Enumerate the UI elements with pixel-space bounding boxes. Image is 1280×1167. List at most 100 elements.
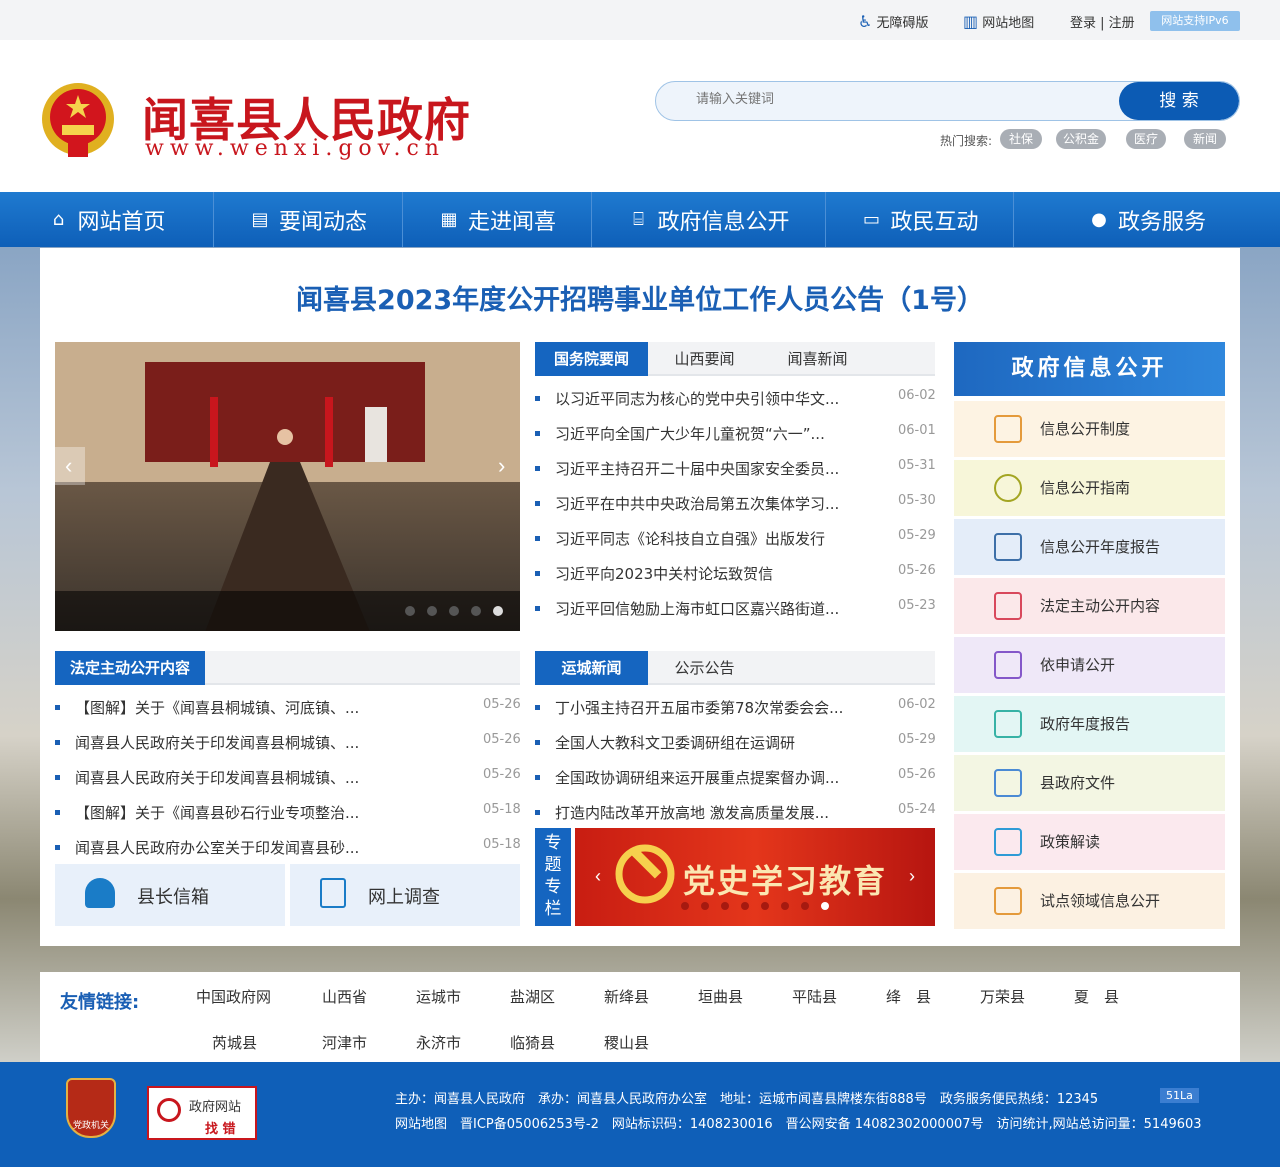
- friendly-link[interactable]: 盐湖区: [510, 986, 555, 1007]
- national-emblem-icon: [42, 83, 114, 157]
- hot-tag[interactable]: 医疗: [1126, 129, 1166, 149]
- special-topics-label: 专题专栏: [535, 828, 571, 926]
- hot-tag[interactable]: 社保: [1000, 129, 1042, 149]
- friendly-link[interactable]: 芮城县: [212, 1032, 257, 1053]
- list-item[interactable]: 全国政协调研组来运开展重点提案督办调... 05-26: [535, 767, 936, 787]
- chat-icon: ▭: [862, 209, 880, 230]
- info-disclosure-sidebar: 政府信息公开 信息公开制度 信息公开指南 信息公开年度报告 法定主动公开内容 依…: [954, 342, 1225, 929]
- nav-home[interactable]: ⌂ 网站首页: [0, 192, 214, 247]
- building-icon: ▦: [440, 209, 458, 230]
- checklist-icon: [994, 651, 1022, 679]
- mayor-mailbox-button[interactable]: 县长信箱: [55, 864, 285, 926]
- tab-legal-content[interactable]: 法定主动公开内容: [55, 651, 205, 685]
- sidebar-item-pilot-disclosure[interactable]: 试点领域信息公开: [954, 873, 1225, 929]
- mailbox-icon: [85, 878, 115, 908]
- list-item[interactable]: 丁小强主持召开五届市委第78次常委会会... 06-02: [535, 697, 936, 717]
- monitor-icon: [994, 828, 1022, 856]
- tab-announcements[interactable]: 公示公告: [648, 651, 761, 685]
- svg-text:‹: ‹: [65, 453, 72, 478]
- ipv6-badge: 网站支持IPv6: [1150, 11, 1240, 31]
- sidebar-item-request-disclosure[interactable]: 依申请公开: [954, 637, 1225, 693]
- nav-info-disclosure[interactable]: ⌸ 政府信息公开: [592, 192, 826, 247]
- friendly-link[interactable]: 平陆县: [792, 986, 837, 1007]
- footer-info-line1: 主办：闻喜县人民政府 承办：闻喜县人民政府办公室 地址：运城市闻喜县牌楼东街88…: [395, 1092, 1099, 1107]
- sitemap-link[interactable]: ▥ 网站地图: [963, 12, 1034, 31]
- list-item[interactable]: 打造内陆改革开放高地 激发高质量发展... 05-24: [535, 802, 936, 822]
- map-icon: ▥: [963, 12, 979, 31]
- home-icon: ⌂: [52, 209, 65, 230]
- friendly-link[interactable]: 河津市: [322, 1032, 367, 1053]
- hot-tag[interactable]: 新闻: [1184, 129, 1226, 149]
- nav-news[interactable]: ▤ 要闻动态: [214, 192, 403, 247]
- accessibility-link[interactable]: ♿ 无障碍版: [858, 12, 929, 31]
- search-input[interactable]: [696, 91, 1096, 106]
- friendly-link[interactable]: 运城市: [416, 986, 461, 1007]
- headline-link[interactable]: 闻喜县2023年度公开招聘事业单位工作人员公告（1号）: [40, 278, 1240, 317]
- nav-services[interactable]: ● 政务服务: [1014, 192, 1280, 247]
- clipboard-chart-icon: [994, 710, 1022, 738]
- login-register-link[interactable]: 登录 | 注册: [1070, 12, 1135, 31]
- party-government-badge[interactable]: 党政机关: [66, 1078, 116, 1138]
- list-item[interactable]: 全国人大教科文卫委调研组在运调研 05-29: [535, 732, 936, 752]
- svg-text:›: ›: [498, 453, 505, 478]
- sidebar-item-policy-interpretation[interactable]: 政策解读: [954, 814, 1225, 870]
- list-item[interactable]: 闻喜县人民政府办公室关于印发闻喜县砂... 05-18: [55, 837, 521, 857]
- friendly-link[interactable]: 夏 县: [1074, 986, 1119, 1007]
- find-error-button[interactable]: 政府网站 找 错: [147, 1086, 257, 1140]
- list-item[interactable]: 以习近平同志为核心的党中央引领中华文... 06-02: [535, 388, 936, 408]
- online-survey-button[interactable]: 网上调查: [290, 864, 520, 926]
- friendly-link[interactable]: 永济市: [416, 1032, 461, 1053]
- nav-about[interactable]: ▦ 走进闻喜: [403, 192, 592, 247]
- list-item[interactable]: 【图解】关于《闻喜县砂石行业专项整治... 05-18: [55, 802, 521, 822]
- sidebar-item-disclosure-guide[interactable]: 信息公开指南: [954, 460, 1225, 516]
- site-url: www.wenxi.gov.cn: [145, 136, 445, 161]
- list-item[interactable]: 【图解】关于《闻喜县桐城镇、河底镇、... 05-26: [55, 697, 521, 717]
- meeting-photo: ‹ ›: [55, 342, 520, 631]
- friendly-link[interactable]: 绛 县: [886, 986, 931, 1007]
- nav-interaction[interactable]: ▭ 政民互动: [826, 192, 1014, 247]
- list-item[interactable]: 闻喜县人民政府关于印发闻喜县桐城镇、... 05-26: [55, 767, 521, 787]
- friendly-link[interactable]: 中国政府网: [196, 986, 271, 1007]
- survey-icon: [320, 878, 346, 908]
- list-document-icon: [994, 592, 1022, 620]
- news-icon: ▤: [251, 209, 269, 230]
- sidebar-item-county-documents[interactable]: 县政府文件: [954, 755, 1225, 811]
- 51la-badge[interactable]: 51La: [1160, 1088, 1199, 1103]
- sidebar-item-gov-annual-report[interactable]: 政府年度报告: [954, 696, 1225, 752]
- magnifier-icon: [157, 1098, 181, 1122]
- svg-text:‹: ‹: [595, 866, 601, 886]
- tab-wenxi[interactable]: 闻喜新闻: [761, 342, 874, 376]
- top-bar: ♿ 无障碍版 ▥ 网站地图 登录 | 注册 网站支持IPv6: [0, 0, 1280, 40]
- sidebar-item-annual-report[interactable]: 信息公开年度报告: [954, 519, 1225, 575]
- tab-shanxi[interactable]: 山西要闻: [648, 342, 761, 376]
- list-item[interactable]: 闻喜县人民政府关于印发闻喜县桐城镇、... 05-26: [55, 732, 521, 752]
- search-box: 搜 索: [655, 81, 1240, 121]
- friendly-link[interactable]: 临猗县: [510, 1032, 555, 1053]
- compass-icon: [994, 474, 1022, 502]
- hot-tag[interactable]: 公积金: [1056, 129, 1106, 149]
- friendly-links: 友情链接: 中国政府网 山西省 运城市 盐湖区 新绛县 垣曲县 平陆县 绛 县 …: [40, 972, 1240, 1062]
- friendly-link[interactable]: 垣曲县: [698, 986, 743, 1007]
- list-item[interactable]: 习近平回信勉励上海市虹口区嘉兴路街道... 05-23: [535, 598, 936, 618]
- list-item[interactable]: 习近平同志《论科技自立自强》出版发行 05-29: [535, 528, 936, 548]
- sidebar-item-legal-content[interactable]: 法定主动公开内容: [954, 578, 1225, 634]
- friendly-link[interactable]: 新绛县: [604, 986, 649, 1007]
- tab-yuncheng-news[interactable]: 运城新闻: [535, 651, 648, 685]
- tab-state-council[interactable]: 国务院要闻: [535, 342, 648, 376]
- list-item[interactable]: 习近平在中共中央政治局第五次集体学习... 05-30: [535, 493, 936, 513]
- links-title: 友情链接:: [60, 992, 140, 1013]
- list-item[interactable]: 习近平向全国广大少年儿童祝贺“六一”... 06-01: [535, 423, 936, 443]
- news-carousel[interactable]: ‹ ›: [55, 342, 520, 631]
- list-item[interactable]: 习近平主持召开二十届中央国家安全委员... 05-31: [535, 458, 936, 478]
- friendly-link[interactable]: 万荣县: [980, 986, 1025, 1007]
- friendly-link[interactable]: 稷山县: [604, 1032, 649, 1053]
- footer-info-line2: 网站地图 晋ICP备05006253号-2 网站标识码：1408230016 晋…: [395, 1117, 1202, 1132]
- yuncheng-tabs: 运城新闻 公示公告: [535, 651, 935, 685]
- search-button[interactable]: 搜 索: [1119, 82, 1239, 120]
- friendly-link[interactable]: 山西省: [322, 986, 367, 1007]
- sidebar-item-disclosure-system[interactable]: 信息公开制度: [954, 401, 1225, 457]
- list-item[interactable]: 习近平向2023中关村论坛致贺信 05-26: [535, 563, 936, 583]
- footer: 党政机关 政府网站 找 错 主办：闻喜县人民政府 承办：闻喜县人民政府办公室 地…: [0, 1062, 1280, 1167]
- user-icon: ●: [1091, 209, 1107, 230]
- special-topic-banner[interactable]: ‹ › 党史学习教育: [575, 828, 935, 926]
